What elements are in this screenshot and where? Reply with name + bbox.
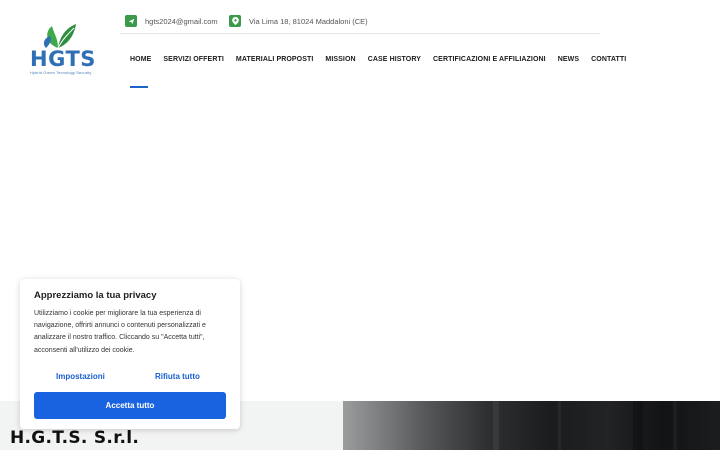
contact-address[interactable]: Via Lima 18, 81024 Maddaloni (CE) bbox=[229, 14, 368, 28]
nav-item-mission[interactable]: MISSION bbox=[325, 56, 355, 63]
contact-email-text: hgts2024@gmail.com bbox=[145, 16, 218, 26]
cookie-settings-button[interactable]: Impostazioni bbox=[56, 372, 105, 381]
nav-item-contatti[interactable]: CONTATTI bbox=[591, 56, 626, 63]
nav-item-materiali-proposti[interactable]: MATERIALI PROPOSTI bbox=[236, 56, 314, 63]
cookie-title: Apprezziamo la tua privacy bbox=[34, 290, 157, 301]
map-pin-icon bbox=[229, 15, 241, 27]
nav-item-servizi-offerti[interactable]: SERVIZI OFFERTI bbox=[163, 56, 224, 63]
cookie-reject-button[interactable]: Rifiuta tutto bbox=[155, 372, 200, 381]
site-logo[interactable]: HGTS Hybrid Green Tecnology Security bbox=[24, 22, 96, 78]
nav-item-home[interactable]: HOME bbox=[130, 56, 151, 63]
logo-tagline: Hybrid Green Tecnology Security bbox=[30, 70, 92, 75]
main-nav: HOME SERVIZI OFFERTI MATERIALI PROPOSTI … bbox=[130, 56, 638, 63]
header-divider bbox=[120, 33, 600, 34]
nav-item-certificazioni[interactable]: CERTIFICAZIONI E AFFILIAZIONI bbox=[433, 56, 546, 63]
contact-address-text: Via Lima 18, 81024 Maddaloni (CE) bbox=[249, 16, 368, 26]
logo-wordmark: HGTS bbox=[30, 47, 96, 71]
cookie-description: Utilizziamo i cookie per migliorare la t… bbox=[34, 310, 206, 354]
cookie-consent-dialog: Apprezziamo la tua privacy Utilizziamo i… bbox=[20, 279, 240, 429]
cookie-accept-button[interactable]: Accetta tutto bbox=[34, 392, 226, 419]
nav-item-news[interactable]: NEWS bbox=[558, 56, 579, 63]
hero-image bbox=[343, 401, 720, 450]
send-arrow-icon bbox=[125, 15, 137, 27]
nav-active-indicator bbox=[130, 86, 148, 88]
company-title: H.G.T.S. S.r.l. bbox=[10, 428, 140, 448]
leaf-logo-icon bbox=[38, 22, 78, 50]
contact-email[interactable]: hgts2024@gmail.com bbox=[125, 14, 218, 28]
nav-item-case-history[interactable]: CASE HISTORY bbox=[368, 56, 421, 63]
